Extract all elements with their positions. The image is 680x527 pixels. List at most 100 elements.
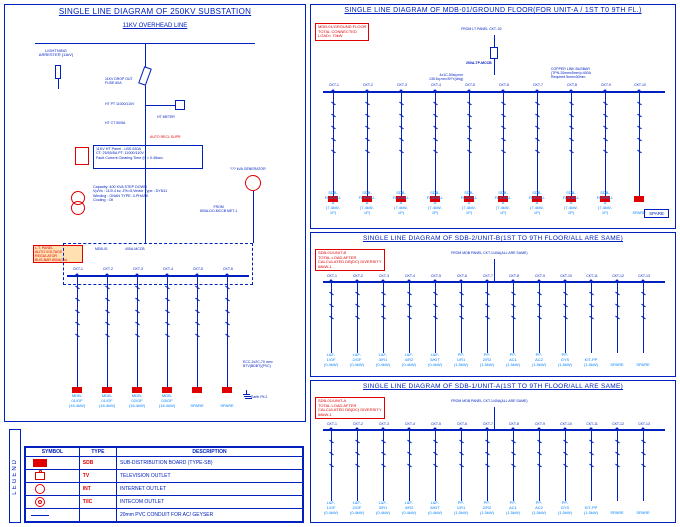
feeder-id: CKT-13 — [635, 422, 653, 426]
lightning-arrester-label: LIGHTNING ARRESTER (11kV) — [35, 49, 77, 58]
feeder-id: CKT-10 — [631, 83, 649, 87]
breaker-icon — [195, 286, 200, 290]
feeder: CKT-9PP-AC2 (1.5kW) — [539, 429, 540, 501]
feeder-id: CKT-12 — [609, 274, 627, 278]
breaker-icon — [365, 150, 370, 154]
feeder-id: CKT-9 — [531, 422, 549, 426]
earth-icon — [243, 390, 251, 398]
feeder-label: PP-1/R1 (1.5kW) — [454, 352, 468, 367]
breaker-icon — [135, 298, 140, 302]
breaker-icon — [407, 440, 412, 444]
feeder-id: CKT-1 — [323, 422, 341, 426]
feeder: CKT-3MDB-02/GF (16.4kW) — [137, 275, 138, 390]
feeder-label: MDB-01/GF (16.4kW) — [69, 393, 85, 408]
breaker-icon — [615, 304, 620, 308]
breaker-icon — [615, 464, 620, 468]
breaker-icon — [165, 298, 170, 302]
feeder-label: SDB-FL#09/U-A (7.4kW-1P) — [597, 190, 614, 215]
breaker-icon — [399, 114, 404, 118]
breaker-icon — [355, 452, 360, 456]
feeder-id: CKT-5 — [427, 422, 445, 426]
feeder: CKT-12SPARE — [617, 281, 618, 353]
mdb-load-box: MDB-01/GROUND FLOOR TOTAL CONNECTED LOAD… — [315, 23, 369, 41]
panel-sdb2: SINGLE LINE DIAGRAM OF SDB-2/UNIT-B(1ST … — [310, 232, 676, 377]
bus-node — [604, 90, 607, 93]
legend-desc: SUB-DISTRIBUTION BOARD (TYPE-SB) — [116, 457, 302, 470]
auto-reclose-label: AUTO RECL SUPR — [150, 135, 181, 139]
feeder-label: L&F-1/GF (0.4kW) — [324, 352, 338, 367]
breaker-icon — [459, 304, 464, 308]
feeder-id: CKT-5 — [461, 83, 479, 87]
feeder: CKT-6SDB-FL#06/U-A (7.4kW-1P) — [503, 91, 504, 199]
breaker-icon — [165, 286, 170, 290]
feeder-label: PP-AC1 (1.5kW) — [506, 352, 520, 367]
breaker-icon — [407, 292, 412, 296]
bus-node — [332, 90, 335, 93]
bus-node — [408, 280, 411, 283]
breaker-icon — [637, 114, 642, 118]
breaker-icon — [355, 316, 360, 320]
feeder-id: CKT-7 — [529, 83, 547, 87]
feeder: CKT-6PP-1/R1 (1.5kW) — [461, 429, 462, 501]
generator-icon — [245, 175, 261, 191]
mdb-title: SINGLE LINE DIAGRAM OF MDB-01/GROUND FLO… — [311, 5, 675, 16]
breaker-icon — [105, 334, 110, 338]
feeder-id: CKT-1 — [69, 267, 87, 271]
breaker-icon — [563, 304, 568, 308]
sdb2-load-box: SDB-01/UNIT-B TOTAL LOAD AFTER CALCULATE… — [315, 249, 385, 271]
feeder: CKT-5SPARE — [197, 275, 198, 390]
breaker-icon — [365, 126, 370, 130]
feeder-id: CKT-6 — [453, 274, 471, 278]
bus-node — [642, 280, 645, 283]
legend-table: SYMBOL TYPE DESCRIPTION SDBSUB-DISTRIBUT… — [24, 446, 304, 523]
legend-type: TV — [79, 470, 116, 483]
breaker-icon — [329, 464, 334, 468]
feeder-id: CKT-11 — [583, 274, 601, 278]
feeder-id: CKT-6 — [495, 83, 513, 87]
legend-row: TVTELEVISION OUTLET — [26, 470, 303, 483]
breaker-icon — [641, 452, 646, 456]
breaker-icon — [225, 298, 230, 302]
feeder: CKT-4L&F-4/R2 (0.4kW) — [409, 281, 410, 353]
breaker-icon — [615, 316, 620, 320]
breaker-icon — [459, 452, 464, 456]
from-mccb-label: FROM 800A-DO-MCCB MET-1 — [200, 205, 237, 213]
breaker-icon — [225, 334, 230, 338]
breaker-icon — [331, 150, 336, 154]
feeder: CKT-2L&F-2/GF (0.4kW) — [357, 281, 358, 353]
bus-node — [166, 274, 169, 277]
breaker-icon — [501, 138, 506, 142]
legend-h-symbol: SYMBOL — [26, 448, 80, 457]
bus-node — [356, 280, 359, 283]
feeder-id: CKT-3 — [375, 274, 393, 278]
breaker-icon — [563, 452, 568, 456]
feeder: CKT-12SPARE — [617, 429, 618, 501]
breaker-icon — [467, 126, 472, 130]
breaker-icon — [485, 304, 490, 308]
feeder-label: L&F-2/GF (0.4kW) — [350, 500, 364, 515]
breaker-icon — [537, 464, 542, 468]
sdb1-title: SINGLE LINE DIAGRAM OF SDB-1/UNIT-A(1ST … — [311, 381, 675, 392]
bus-node — [330, 280, 333, 283]
breaker-icon — [467, 114, 472, 118]
breaker-icon — [459, 464, 464, 468]
breaker-icon — [641, 316, 646, 320]
lt-panel-outline — [63, 243, 253, 285]
breaker-icon — [407, 304, 412, 308]
breaker-icon — [433, 464, 438, 468]
feeder: CKT-10PP-GYS (1.5kW) — [565, 281, 566, 353]
feeder-label: SDB-FL#08/U-A (7.4kW-1P) — [563, 190, 580, 215]
feeder-label: L&F-5/KIT (0.4kW) — [428, 500, 442, 515]
breaker-icon — [569, 114, 574, 118]
breaker-icon — [511, 292, 516, 296]
legend-type: INT — [79, 483, 116, 496]
mdb-spare: SPARE — [644, 209, 669, 218]
bus-node — [502, 90, 505, 93]
feeder: CKT-3L&F-3/R1 (0.4kW) — [383, 281, 384, 353]
breaker-icon — [225, 310, 230, 314]
panel-11kv-box: 11KV HT Panel - LBS 630A CT: 25/50/5A PT… — [93, 145, 203, 169]
breaker-icon — [355, 292, 360, 296]
feeder: CKT-7SDB-FL#07/U-A (7.4kW-1P) — [537, 91, 538, 199]
feeder: CKT-11KIT-PP (1.5kW) — [591, 281, 592, 353]
breaker-icon — [537, 304, 542, 308]
